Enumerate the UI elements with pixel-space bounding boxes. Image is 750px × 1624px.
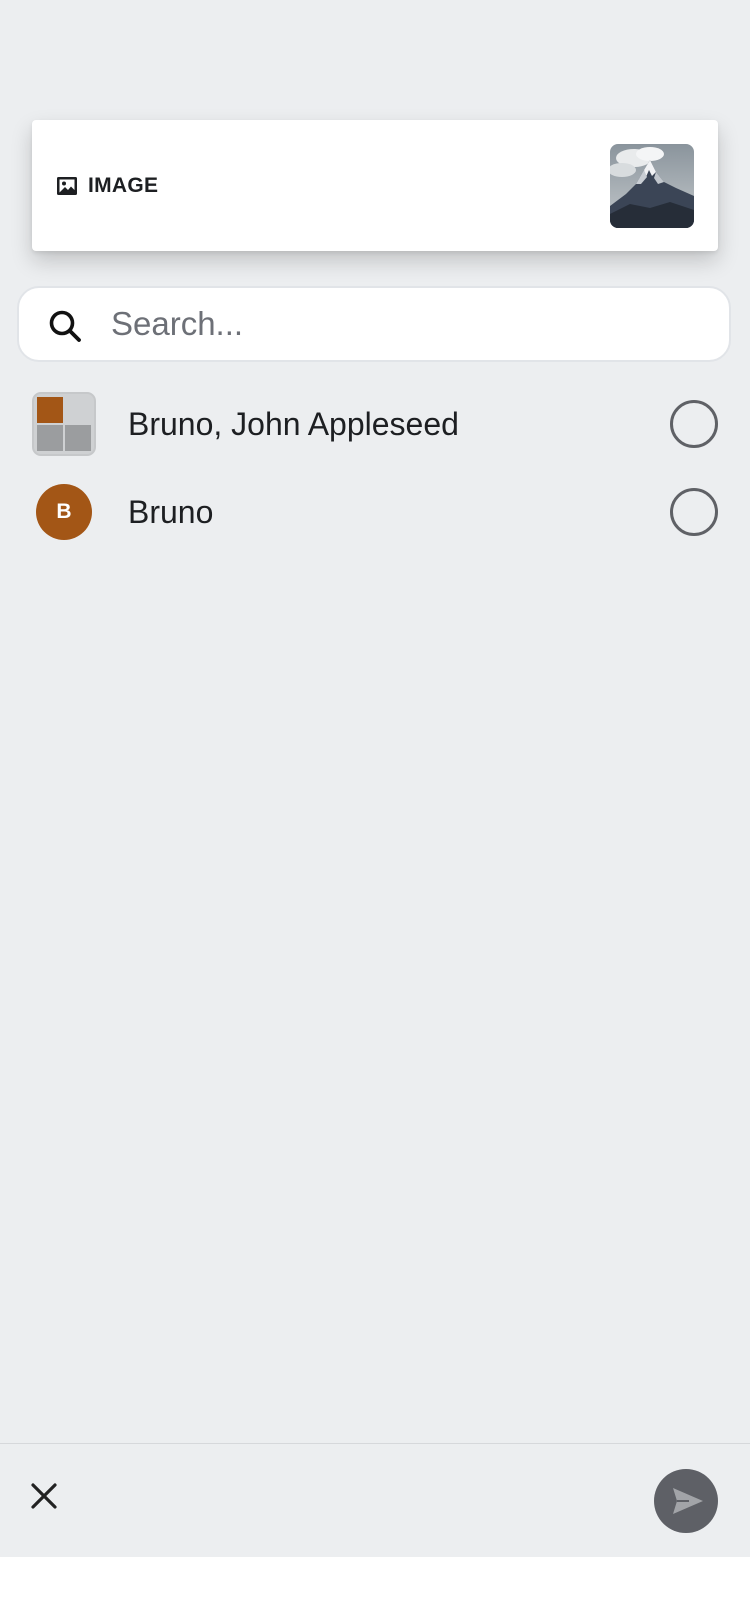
- home-indicator-area: [0, 1557, 750, 1624]
- search-icon: [49, 310, 81, 342]
- preview-type: IMAGE: [56, 174, 158, 198]
- list-item[interactable]: Bruno, John Appleseed: [0, 380, 750, 468]
- share-preview-card: IMAGE: [32, 120, 718, 251]
- avatar: B: [36, 484, 92, 540]
- image-icon: [57, 176, 77, 195]
- select-radio[interactable]: [670, 488, 718, 536]
- list-item[interactable]: B Bruno: [0, 468, 750, 556]
- bottom-action-bar: [0, 1443, 750, 1557]
- send-icon: [672, 1488, 703, 1514]
- search-bar[interactable]: [17, 286, 731, 362]
- conversation-name: Bruno, John Appleseed: [128, 406, 459, 442]
- group-avatar: [32, 392, 96, 456]
- search-input[interactable]: [111, 288, 691, 360]
- select-radio[interactable]: [670, 400, 718, 448]
- conversation-list: Bruno, John Appleseed B Bruno: [0, 380, 750, 556]
- close-icon[interactable]: [24, 1476, 64, 1516]
- image-thumbnail: [610, 144, 694, 228]
- send-button[interactable]: [654, 1469, 718, 1533]
- preview-type-label: IMAGE: [88, 173, 159, 197]
- conversation-name: Bruno: [128, 494, 214, 530]
